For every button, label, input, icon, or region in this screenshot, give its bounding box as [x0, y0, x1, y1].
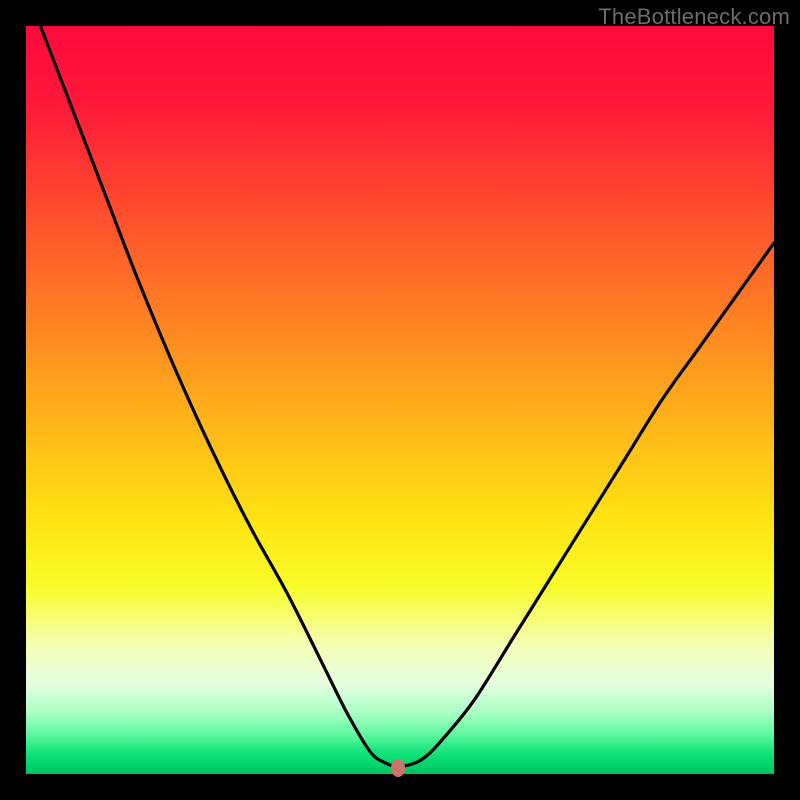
bottleneck-curve	[26, 26, 774, 774]
curve-path	[26, 26, 774, 767]
watermark-text: TheBottleneck.com	[598, 4, 790, 30]
optimal-point-marker	[391, 759, 405, 777]
plot-area	[26, 26, 774, 774]
chart-frame: TheBottleneck.com	[0, 0, 800, 800]
